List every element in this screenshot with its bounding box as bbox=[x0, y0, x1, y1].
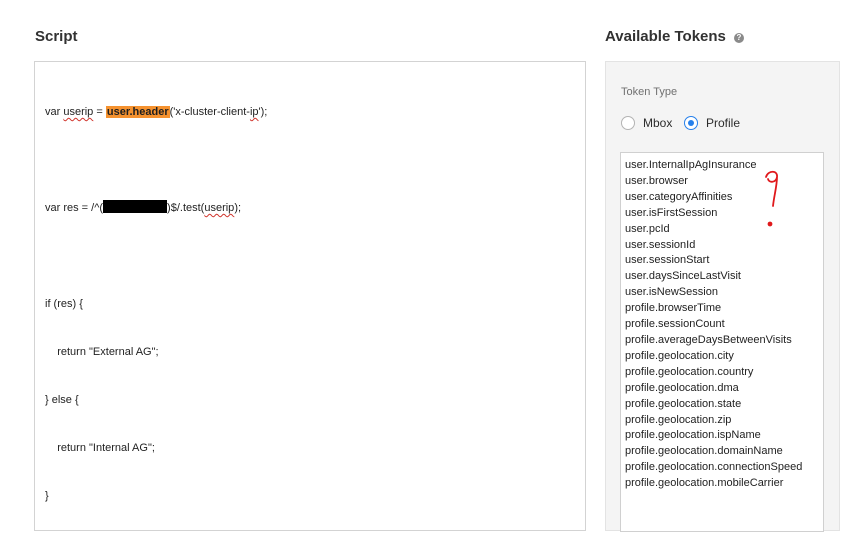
script-code: var userip = user.header('x-cluster-clie… bbox=[45, 72, 267, 536]
radio-mbox-label: Mbox bbox=[643, 116, 673, 130]
code-token: '); bbox=[258, 106, 268, 118]
token-item[interactable]: profile.geolocation.state bbox=[625, 397, 823, 413]
token-item[interactable]: user.pcId bbox=[625, 222, 823, 238]
token-item[interactable]: user.sessionStart bbox=[625, 253, 823, 269]
tokens-panel: Token Type Mbox Profile user.InternalIpA… bbox=[605, 61, 840, 532]
code-line-1: var userip = user.header('x-cluster-clie… bbox=[45, 104, 267, 120]
radio-mbox[interactable]: Mbox bbox=[621, 116, 672, 130]
code-token: var res = /^( bbox=[45, 202, 104, 214]
script-section-title: Script bbox=[35, 28, 78, 45]
token-item[interactable]: user.isFirstSession bbox=[625, 206, 823, 222]
help-icon[interactable]: ? bbox=[733, 33, 744, 43]
code-line-7: } bbox=[45, 490, 49, 502]
code-token: )$/.test( bbox=[167, 202, 205, 214]
code-token: = bbox=[93, 106, 106, 118]
token-type-label: Token Type bbox=[621, 86, 678, 98]
code-token: ('x-cluster-client- bbox=[169, 106, 250, 118]
code-token: var bbox=[45, 106, 64, 118]
code-token: ); bbox=[234, 202, 242, 214]
token-item[interactable]: profile.geolocation.zip bbox=[625, 413, 823, 429]
token-item[interactable]: profile.sessionCount bbox=[625, 317, 823, 333]
question-mark-annotation bbox=[765, 170, 778, 227]
token-item[interactable]: user.isNewSession bbox=[625, 285, 823, 301]
code-token-misspelled: userip bbox=[204, 202, 235, 214]
token-item[interactable]: user.categoryAffinities bbox=[625, 190, 823, 206]
radio-profile-circle[interactable] bbox=[684, 116, 698, 130]
token-item[interactable]: profile.geolocation.ispName bbox=[625, 428, 823, 444]
token-item[interactable]: user.daysSinceLastVisit bbox=[625, 269, 823, 285]
code-line-6: return "Internal AG"; bbox=[45, 442, 155, 454]
token-item[interactable]: profile.geolocation.mobileCarrier bbox=[625, 476, 823, 492]
available-tokens-title: Available Tokens? bbox=[605, 28, 744, 45]
script-editor[interactable]: var userip = user.header('x-cluster-clie… bbox=[34, 61, 586, 531]
code-line-3: if (res) { bbox=[45, 298, 83, 310]
token-item[interactable]: user.browser bbox=[625, 174, 823, 190]
token-item[interactable]: profile.geolocation.city bbox=[625, 349, 823, 365]
token-item[interactable]: profile.geolocation.connectionSpeed bbox=[625, 460, 823, 476]
radio-profile-label: Profile bbox=[706, 116, 741, 130]
code-token-misspelled: ip bbox=[249, 106, 259, 118]
token-item[interactable]: profile.averageDaysBetweenVisits bbox=[625, 333, 823, 349]
token-item[interactable]: profile.browserTime bbox=[625, 301, 823, 317]
radio-mbox-circle[interactable] bbox=[621, 116, 635, 130]
available-tokens-label: Available Tokens bbox=[605, 28, 726, 45]
code-highlight: user.header bbox=[105, 106, 170, 118]
token-list[interactable]: user.InternalIpAgInsurance user.browser … bbox=[620, 152, 824, 532]
code-line-5: } else { bbox=[45, 394, 79, 406]
code-line-4: return "External AG"; bbox=[45, 346, 159, 358]
code-line-2: var res = /^( )$/.test(userip); bbox=[45, 200, 267, 216]
redacted-block bbox=[103, 200, 168, 213]
token-item[interactable]: profile.geolocation.country bbox=[625, 365, 823, 381]
code-token-misspelled: userip bbox=[63, 106, 94, 118]
token-item[interactable]: user.sessionId bbox=[625, 238, 823, 254]
token-item[interactable]: profile.geolocation.dma bbox=[625, 381, 823, 397]
token-item[interactable]: profile.geolocation.domainName bbox=[625, 444, 823, 460]
radio-profile[interactable]: Profile bbox=[684, 116, 740, 130]
token-item[interactable]: user.InternalIpAgInsurance bbox=[625, 158, 823, 174]
